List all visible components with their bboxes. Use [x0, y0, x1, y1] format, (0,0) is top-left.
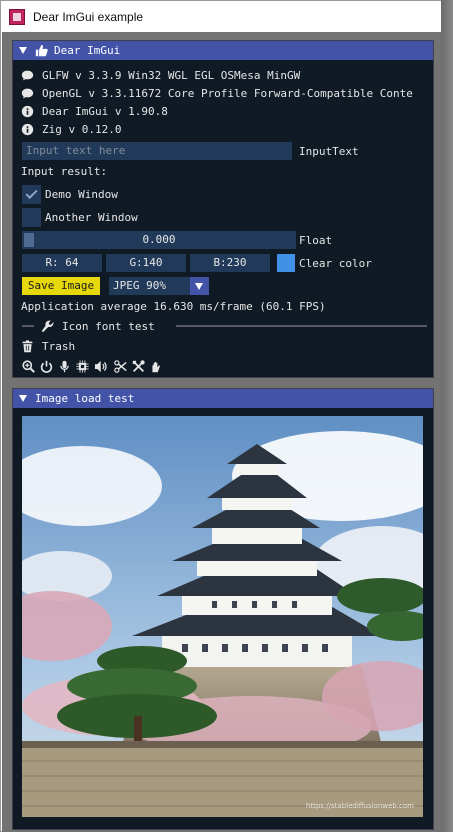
dear-imgui-window-titlebar[interactable]: Dear ImGui	[13, 41, 433, 60]
float-label-row: Float	[299, 231, 332, 249]
collapse-arrow-icon[interactable]	[19, 395, 27, 402]
image-window-title: Image load test	[35, 392, 135, 405]
input-text-label-text: InputText	[299, 144, 359, 158]
info-icon	[21, 105, 34, 117]
os-window: Dear ImGui example Dear ImGui GLFW v 3.3…	[0, 0, 442, 832]
demo-window-label: Demo Window	[45, 187, 118, 201]
demo-window-checkbox-row[interactable]: Demo Window	[22, 184, 118, 204]
icon-row	[22, 357, 163, 375]
scissors-icon	[114, 359, 127, 373]
volume-icon	[95, 360, 107, 372]
input-result-row: Input result:	[21, 162, 107, 180]
format-combo-value: JPEG 90%	[113, 279, 166, 292]
collapse-arrow-icon[interactable]	[19, 47, 27, 54]
power-icon	[40, 360, 53, 373]
comment-icon	[21, 88, 34, 98]
fps-row: Application average 16.630 ms/frame (60.…	[21, 297, 326, 315]
input-text-label: InputText	[299, 142, 359, 160]
hands-icon	[152, 361, 160, 372]
info-row-glfw: GLFW v 3.3.9 Win32 WGL EGL OSMesa MinGW	[21, 66, 300, 84]
comment-icon	[21, 70, 34, 80]
another-window-checkbox-row[interactable]: Another Window	[22, 207, 138, 227]
combo-arrow-icon[interactable]	[190, 277, 209, 295]
checkmark-icon	[25, 186, 38, 199]
info-text: Zig v 0.12.0	[42, 122, 122, 136]
trash-icon	[22, 339, 33, 352]
info-text: Dear ImGui v 1.90.8	[42, 104, 168, 118]
os-titlebar[interactable]: Dear ImGui example	[1, 1, 442, 32]
trash-label: Trash	[42, 339, 76, 353]
app-icon	[9, 8, 25, 25]
microphone-icon	[60, 360, 69, 372]
input-result-label: Input result:	[21, 164, 108, 178]
format-combo[interactable]: JPEG 90%	[109, 277, 209, 295]
window-shadow	[441, 0, 453, 832]
clear-color-label-row: Clear color	[299, 254, 372, 272]
dear-imgui-window: Dear ImGui GLFW v 3.3.9 Win32 WGL EGL OS…	[12, 40, 434, 378]
clear-color-g[interactable]: G:140	[106, 254, 186, 272]
separator-right	[176, 325, 427, 327]
input-text-field[interactable]: Input text here	[22, 142, 292, 160]
save-image-button[interactable]: Save Image	[22, 277, 100, 295]
another-window-checkbox[interactable]	[22, 207, 41, 227]
microchip-icon	[76, 359, 89, 373]
castle-image: https://stablediffusionweb.com	[22, 416, 423, 817]
trash-row: Trash	[21, 337, 75, 355]
info-row-imgui: Dear ImGui v 1.90.8	[21, 102, 168, 120]
icon-font-header: Icon font test	[41, 317, 155, 335]
image-watermark: https://stablediffusionweb.com	[306, 802, 414, 810]
float-label: Float	[299, 233, 333, 247]
castle-picture: https://stablediffusionweb.com	[22, 416, 423, 817]
info-row-zig: Zig v 0.12.0	[21, 120, 121, 138]
tools-icon	[132, 359, 145, 372]
info-row-opengl: OpenGL v 3.3.11672 Core Profile Forward-…	[21, 84, 413, 102]
clear-color-r[interactable]: R: 64	[22, 254, 102, 272]
another-window-label: Another Window	[45, 210, 138, 224]
info-icon	[21, 123, 34, 135]
os-window-title: Dear ImGui example	[33, 9, 144, 24]
clear-color-swatch[interactable]	[277, 254, 295, 272]
client-area: Dear ImGui GLFW v 3.3.9 Win32 WGL EGL OS…	[2, 32, 441, 832]
slider-grab[interactable]	[24, 233, 34, 247]
separator-left	[22, 325, 34, 327]
icon-font-header-text: Icon font test	[62, 319, 155, 333]
float-slider[interactable]: 0.000	[22, 231, 296, 249]
info-text: OpenGL v 3.3.11672 Core Profile Forward-…	[42, 86, 413, 100]
fps-text: Application average 16.630 ms/frame (60.…	[21, 299, 326, 313]
clear-color-b[interactable]: B:230	[190, 254, 270, 272]
dear-imgui-window-title: Dear ImGui	[54, 44, 121, 57]
info-text: GLFW v 3.3.9 Win32 WGL EGL OSMesa MinGW	[42, 68, 301, 82]
search-plus-icon	[22, 359, 35, 373]
image-window-titlebar[interactable]: Image load test	[13, 389, 433, 408]
demo-window-checkbox[interactable]	[22, 184, 41, 204]
clear-color-label: Clear color	[299, 256, 372, 270]
thumbs-up-icon	[35, 44, 48, 57]
float-slider-value: 0.000	[142, 233, 176, 246]
image-load-test-window: Image load test https://stablediffusionw…	[12, 388, 434, 830]
wrench-icon	[41, 320, 54, 332]
